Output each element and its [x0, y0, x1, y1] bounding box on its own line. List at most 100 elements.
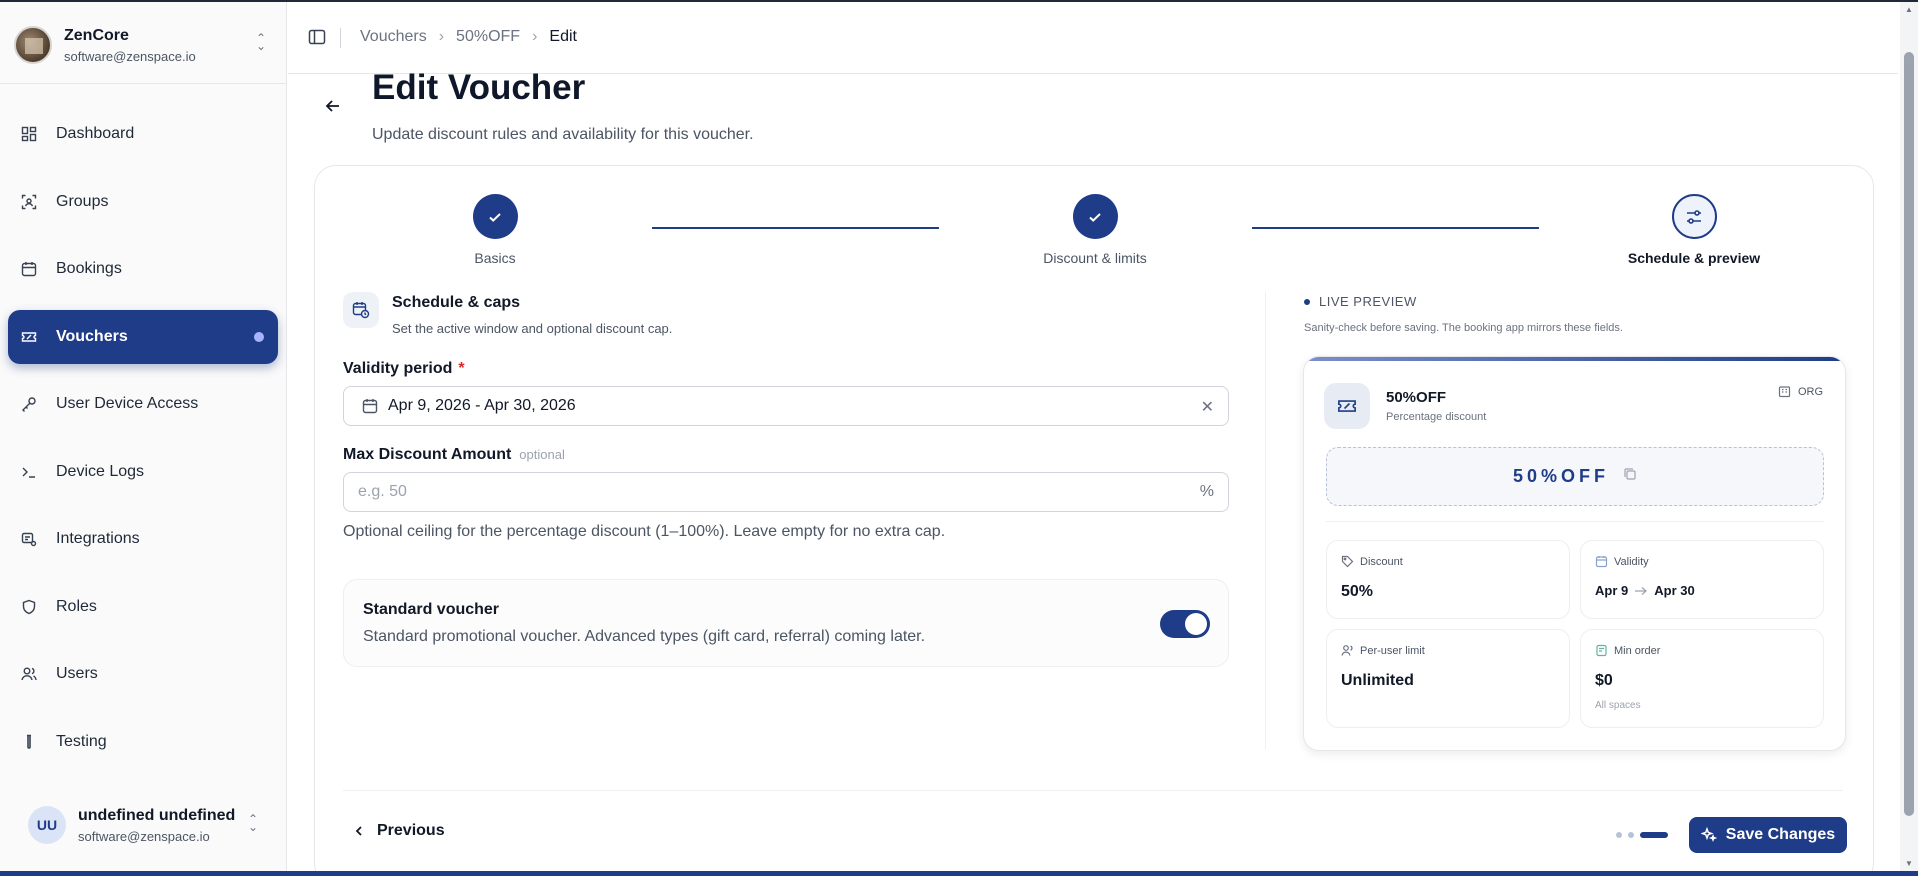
min-order-tile-label: Min order: [1614, 644, 1661, 657]
receipt-icon: [1596, 644, 1607, 657]
sidebar-item-roles[interactable]: Roles: [8, 580, 278, 634]
terminal-icon: [20, 463, 38, 481]
progress-dot: [1628, 832, 1634, 838]
copy-icon[interactable]: [1623, 467, 1637, 486]
validity-tile: Validity Apr 9 Apr 30: [1580, 540, 1824, 619]
save-changes-button[interactable]: Save Changes: [1689, 817, 1847, 853]
min-order-value: $0: [1595, 672, 1613, 689]
per-user-value: Unlimited: [1341, 672, 1414, 689]
users-icon: [20, 665, 38, 683]
standard-voucher-card: Standard voucher Standard promotional vo…: [343, 579, 1229, 667]
max-discount-label-text: Max Discount Amount: [343, 446, 512, 463]
org-switcher[interactable]: ZenCore software@zenspace.io ⌃ ⌄: [14, 22, 274, 68]
building-icon: [1778, 386, 1791, 398]
calendar-icon: [362, 398, 378, 414]
sidebar-item-testing[interactable]: Testing: [8, 715, 278, 769]
live-preview-title: LIVE PREVIEW: [1304, 294, 1417, 309]
preview-scope-text: ORG: [1797, 385, 1823, 398]
step-progress-dots: [1616, 832, 1668, 838]
sidebar-item-device-logs[interactable]: Device Logs: [8, 445, 278, 499]
sidebar-item-label: Vouchers: [56, 327, 128, 345]
sidebar-item-integrations[interactable]: Integrations: [8, 512, 278, 566]
max-discount-input[interactable]: [358, 483, 1178, 501]
page-title: Edit Voucher: [372, 68, 586, 107]
header-divider: [340, 28, 341, 48]
key-icon: [20, 395, 38, 413]
step-basics[interactable]: Basics: [415, 194, 575, 266]
integration-icon: [20, 530, 38, 548]
scan-icon: [20, 193, 38, 211]
window-bottom-bar: [0, 871, 1918, 876]
max-discount-field[interactable]: %: [343, 472, 1229, 512]
chevron-left-icon: [355, 826, 362, 836]
scrollbar-thumb[interactable]: [1904, 52, 1914, 816]
scroll-down-icon[interactable]: ▼: [1904, 859, 1914, 868]
arrow-right-icon: [1635, 586, 1648, 595]
min-order-tile-header: Min order: [1595, 644, 1660, 657]
discount-value: 50%: [1341, 583, 1374, 600]
required-marker: *: [458, 360, 465, 377]
sidebar-nav: Dashboard Groups Bookings Vouchers User …: [8, 107, 278, 782]
top-header: Vouchers › 50%OFF › Edit: [288, 2, 1898, 74]
active-indicator: [254, 331, 264, 342]
preview-code: 50%OFF: [1386, 389, 1447, 406]
ticket-icon: [20, 328, 38, 346]
sidebar-item-label: Integrations: [56, 530, 140, 547]
save-button-label: Save Changes: [1725, 826, 1836, 843]
preview-accent-bar: [1304, 357, 1845, 361]
standard-voucher-toggle[interactable]: [1160, 610, 1210, 638]
toggle-knob: [1185, 613, 1207, 635]
step-label: Discount & limits: [1043, 250, 1147, 266]
sidebar-item-label: Groups: [56, 192, 109, 210]
validity-tile-label: Validity: [1614, 555, 1649, 568]
live-preview-subtitle: Sanity-check before saving. The booking …: [1304, 322, 1623, 334]
sidebar-item-bookings[interactable]: Bookings: [8, 242, 278, 296]
sidebar-item-user-device-access[interactable]: User Device Access: [8, 377, 278, 431]
page-subtitle: Update discount rules and availability f…: [372, 126, 754, 143]
voucher-preview-card: 50%OFF Percentage discount ORG 50%OFF Di…: [1303, 356, 1846, 751]
org-email: software@zenspace.io: [64, 48, 196, 64]
step-label: Basics: [474, 250, 516, 266]
org-name: ZenCore: [64, 26, 129, 44]
discount-tile-label: Discount: [1360, 555, 1403, 568]
ticket-icon: [1324, 383, 1370, 429]
chevrons-up-down-icon: ⌃ ⌄: [247, 812, 258, 834]
sidebar-item-label: Roles: [56, 597, 97, 615]
breadcrumb-vouchers[interactable]: Vouchers: [360, 28, 427, 46]
breadcrumb-voucher[interactable]: 50%OFF: [456, 28, 520, 46]
check-icon: [472, 194, 518, 239]
step-schedule-preview[interactable]: Schedule & preview: [1614, 194, 1774, 266]
user-email: software@zenspace.io: [78, 828, 210, 844]
back-arrow-icon[interactable]: [323, 96, 343, 116]
clear-icon[interactable]: ✕: [1201, 397, 1214, 417]
sidebar-item-dashboard[interactable]: Dashboard: [8, 107, 278, 161]
sidebar-divider: [0, 83, 287, 84]
coupon-code-box[interactable]: 50%OFF: [1326, 447, 1824, 506]
previous-button[interactable]: Previous: [353, 822, 445, 840]
scroll-up-icon[interactable]: ▲: [1904, 5, 1914, 14]
validity-date-range-input[interactable]: Apr 9, 2026 - Apr 30, 2026 ✕: [343, 386, 1229, 426]
preview-type: Percentage discount: [1386, 411, 1487, 423]
bullet-dot: [1304, 298, 1310, 305]
sidebar-item-label: Bookings: [56, 260, 122, 277]
sidebar-item-users[interactable]: Users: [8, 647, 278, 701]
percent-suffix: %: [1199, 483, 1214, 500]
sidebar-item-label: Users: [56, 665, 98, 682]
calendar-icon: [1595, 556, 1608, 568]
footer-divider: [343, 790, 1843, 791]
sliders-icon: [1671, 194, 1717, 239]
user-name: undefined undefined: [78, 806, 236, 824]
validity-end: Apr 30: [1654, 583, 1695, 598]
sidebar-item-vouchers[interactable]: Vouchers: [8, 309, 278, 364]
sidebar-item-label: Testing: [56, 732, 107, 750]
avatar: UU: [28, 806, 66, 844]
chevrons-up-down-icon: ⌃ ⌄: [255, 31, 266, 53]
step-discount-limits[interactable]: Discount & limits: [1015, 194, 1175, 266]
sidebar-item-label: User Device Access: [56, 395, 199, 412]
standard-voucher-title: Standard voucher: [363, 601, 500, 618]
sidebar-item-groups[interactable]: Groups: [8, 175, 278, 229]
user-menu[interactable]: UU undefined undefined software@zenspace…: [12, 793, 274, 857]
page-scrollbar[interactable]: ▲ ▼: [1900, 2, 1918, 871]
voucher-form-card: Basics Discount & limits Schedule & prev…: [314, 165, 1874, 876]
sidebar-toggle-icon[interactable]: [308, 28, 326, 46]
